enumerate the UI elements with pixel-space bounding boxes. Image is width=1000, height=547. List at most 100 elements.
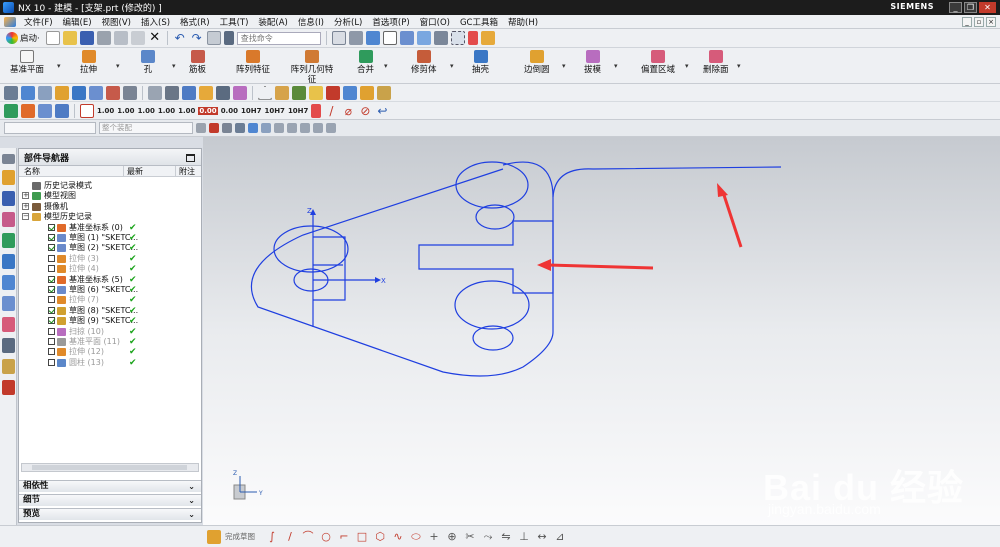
menu-file[interactable]: 文件(F): [19, 16, 58, 28]
visibility-checkbox[interactable]: [48, 244, 55, 252]
visibility-checkbox[interactable]: [48, 306, 55, 314]
rapid-dimension-icon[interactable]: [80, 103, 94, 118]
return-icon[interactable]: ↩: [375, 104, 389, 118]
make-coaxial-icon[interactable]: [148, 85, 162, 100]
constraint-icon[interactable]: ⊥: [517, 530, 531, 544]
assembly-icon[interactable]: [360, 85, 374, 100]
undo-icon[interactable]: ↶: [173, 31, 187, 45]
guide-curve[interactable]: [552, 166, 782, 198]
mirror-curve-icon[interactable]: ⇋: [499, 530, 513, 544]
part-navigator-icon[interactable]: [2, 212, 15, 227]
new-icon[interactable]: [45, 31, 60, 45]
layer-icon[interactable]: [416, 31, 431, 45]
system-materials-icon[interactable]: [2, 317, 15, 332]
sketch-icon[interactable]: [21, 103, 35, 118]
scope-filter-combo[interactable]: 整个装配: [99, 122, 193, 134]
polygon-tool-icon[interactable]: ⬡: [373, 530, 387, 544]
orient-view-icon[interactable]: [399, 31, 414, 45]
make-tangent-icon[interactable]: [165, 85, 179, 100]
top-hole-circle[interactable]: [475, 204, 515, 230]
snap-midpoint-icon[interactable]: [235, 123, 245, 133]
snap-quadrant-icon[interactable]: [287, 123, 297, 133]
no-symbol-icon[interactable]: ⊘: [358, 104, 372, 118]
make-perpendicular-icon[interactable]: [216, 85, 230, 100]
surface-finish-icon[interactable]: [292, 85, 306, 100]
snap-on-curve-icon[interactable]: [313, 123, 323, 133]
save-icon[interactable]: [79, 31, 94, 45]
spline-tool-icon[interactable]: ∿: [391, 530, 405, 544]
menu-insert[interactable]: 插入(S): [136, 16, 175, 28]
process-studio-icon[interactable]: [2, 338, 15, 353]
make-parallel-icon[interactable]: [199, 85, 213, 100]
offset-face-icon[interactable]: [38, 85, 52, 100]
datum-x-label[interactable]: X: [381, 277, 386, 285]
tolerance-value-5[interactable]: 1.00: [178, 107, 195, 115]
snap-point-icon[interactable]: [55, 103, 69, 118]
check-icon[interactable]: [4, 103, 18, 118]
expand-toggle-icon[interactable]: +: [22, 192, 29, 200]
offset-region-dropdown-icon[interactable]: ▾: [685, 62, 689, 70]
render-style-icon[interactable]: [348, 31, 363, 45]
extrude-dropdown-icon[interactable]: ▾: [116, 62, 120, 70]
pencil-icon[interactable]: [311, 103, 322, 118]
dimension-icon[interactable]: [38, 103, 52, 118]
draft-button[interactable]: 拔模: [584, 50, 601, 75]
start-button[interactable]: 启动·: [3, 32, 43, 44]
fit-value-1[interactable]: 10H7: [241, 107, 261, 115]
point-tool-icon[interactable]: +: [427, 530, 441, 544]
visibility-checkbox[interactable]: [48, 348, 55, 356]
tree-node[interactable]: 拉伸 (3) ✔: [19, 254, 201, 264]
bottom-boss-circle[interactable]: [454, 280, 530, 330]
assembly-navigator-icon[interactable]: [2, 170, 15, 185]
bottom-hole-circle[interactable]: [472, 325, 514, 351]
expand-toggle-icon[interactable]: +: [22, 202, 29, 210]
visibility-checkbox[interactable]: [48, 265, 55, 273]
section-view-icon[interactable]: [433, 31, 448, 45]
tree-node[interactable]: − 模型历史记录: [19, 212, 201, 222]
app-menu-icon[interactable]: [4, 16, 16, 27]
tolerance-value-6[interactable]: 0.00: [198, 106, 218, 115]
offset-region-button[interactable]: 偏置区域: [641, 50, 675, 75]
details-section[interactable]: 细节 ⌄: [19, 494, 201, 506]
extend-curve-icon[interactable]: ⤳: [481, 530, 495, 544]
tree-node[interactable]: 基准平面 (11) ✔: [19, 337, 201, 347]
tree-node[interactable]: 扫掠 (10) ✔: [19, 327, 201, 337]
tree-node[interactable]: 拉伸 (7) ✔: [19, 295, 201, 305]
open-icon[interactable]: [62, 31, 77, 45]
manufacturing-wizard-icon[interactable]: [2, 359, 15, 374]
visibility-checkbox[interactable]: [48, 327, 55, 335]
tree-node[interactable]: 草图 (8) "SKETC... ✔: [19, 306, 201, 316]
pmi-icon[interactable]: [275, 85, 289, 100]
datum-plane-dropdown-icon[interactable]: ▾: [57, 62, 61, 70]
doc-restore-button[interactable]: ▫: [974, 17, 984, 27]
tree-node[interactable]: + 摄像机: [19, 202, 201, 212]
ellipse-tool-icon[interactable]: ⬭: [409, 530, 423, 544]
tree-node[interactable]: 历史记录模式: [19, 181, 201, 191]
menu-tools[interactable]: 工具(T): [215, 16, 254, 28]
tolerance-value-1[interactable]: 1.00: [97, 107, 114, 115]
datum-plane-button[interactable]: 基准平面: [10, 50, 44, 75]
dependencies-section[interactable]: 相依性 ⌄: [19, 480, 201, 492]
visibility-checkbox[interactable]: [48, 286, 55, 293]
move-face-icon[interactable]: [4, 85, 18, 100]
settings-icon[interactable]: [2, 154, 15, 164]
shaded-view-icon[interactable]: [365, 31, 380, 45]
visibility-checkbox[interactable]: [48, 223, 55, 231]
reuse-library-icon[interactable]: [2, 233, 15, 248]
tree-node[interactable]: 草图 (6) "SKETC... ✔: [19, 285, 201, 295]
menu-analysis[interactable]: 分析(L): [329, 16, 367, 28]
offset-curve-icon[interactable]: ⊕: [445, 530, 459, 544]
fillet-tool-icon[interactable]: ⌐: [337, 530, 351, 544]
trim-curve-icon[interactable]: ✂: [463, 530, 477, 544]
tree-node[interactable]: 拉伸 (4) ✔: [19, 264, 201, 274]
hole-dropdown-icon[interactable]: ▾: [172, 62, 176, 70]
replace-face-icon[interactable]: [55, 85, 69, 100]
preview-section[interactable]: 预览 ⌄: [19, 508, 201, 520]
arc-tool-icon[interactable]: ⌒: [301, 530, 315, 544]
make-coplanar-icon[interactable]: [123, 85, 137, 100]
snap-icon[interactable]: [467, 31, 478, 45]
visibility-checkbox[interactable]: [48, 296, 55, 304]
linear-dimension-icon[interactable]: [233, 85, 247, 100]
cut-icon[interactable]: [96, 31, 111, 45]
delete-face-dropdown-icon[interactable]: ▾: [737, 62, 741, 70]
